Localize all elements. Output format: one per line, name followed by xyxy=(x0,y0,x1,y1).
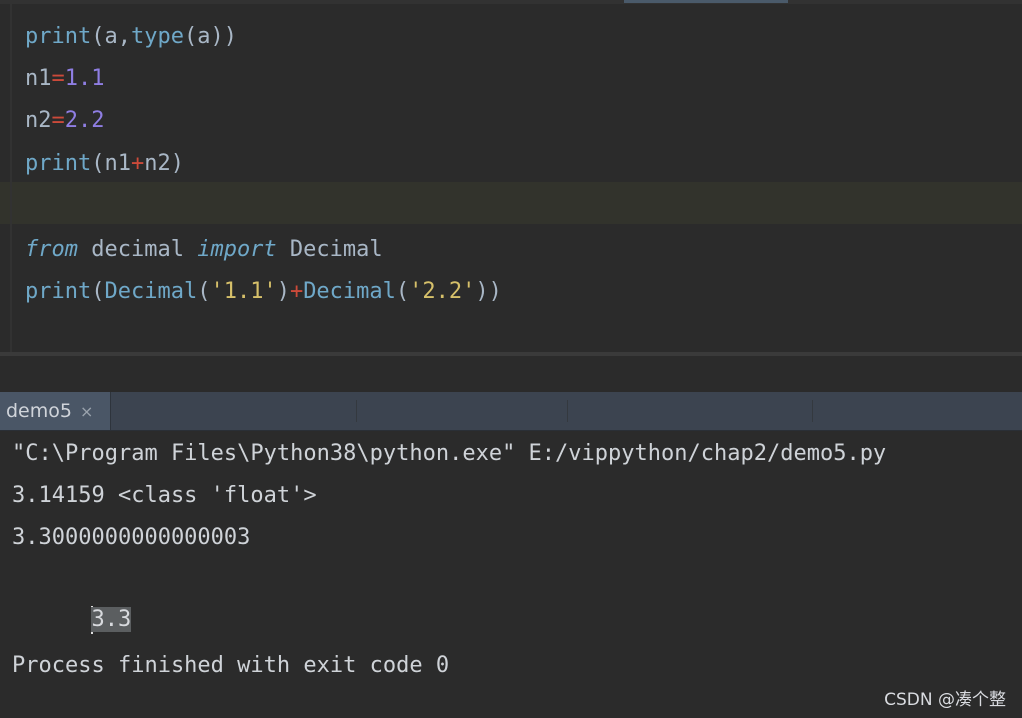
code-token: = xyxy=(51,66,65,91)
code-token: import xyxy=(197,237,277,262)
editor-tab-strip xyxy=(0,0,1022,4)
console-output-line: 3.3000000000000003 xyxy=(12,525,251,550)
console-command-line: "C:\Program Files\Python38\python.exe" E… xyxy=(12,441,887,466)
code-editor[interactable]: print(a,type(a)) n1=1.1 n2=2.2 print(n1+… xyxy=(0,0,1022,352)
code-token: ( xyxy=(91,279,105,304)
code-token: (a, xyxy=(91,24,131,49)
current-line-highlight xyxy=(0,182,1022,224)
close-icon[interactable]: × xyxy=(80,402,93,421)
run-tab-bar: demo5 × xyxy=(0,392,1022,431)
code-token: n1 xyxy=(25,66,52,91)
code-token: ) xyxy=(276,279,290,304)
csdn-watermark: CSDN @凑个整 xyxy=(884,690,1006,710)
run-console[interactable]: "C:\Program Files\Python38\python.exe" E… xyxy=(0,431,1022,718)
code-token: '1.1' xyxy=(210,279,277,304)
code-line-6[interactable]: from decimal import Decimal xyxy=(25,229,383,271)
code-token: Decimal xyxy=(104,279,198,304)
code-token: n2 xyxy=(25,108,52,133)
tab-separator xyxy=(567,400,568,422)
code-line-2[interactable]: n1=1.1 xyxy=(25,58,105,100)
tab-separator xyxy=(356,400,357,422)
tab-separator xyxy=(812,400,813,422)
code-token: (n1 xyxy=(91,151,131,176)
code-line-7[interactable]: print(Decimal('1.1')+Decimal('2.2')) xyxy=(25,271,502,313)
console-exit-message: Process finished with exit code 0 xyxy=(12,653,450,678)
selected-output[interactable]: 3.3 xyxy=(91,607,132,632)
code-token: )) xyxy=(475,279,502,304)
code-token: '2.2' xyxy=(409,279,476,304)
panel-gap xyxy=(0,356,1022,392)
code-line-1[interactable]: print(a,type(a)) xyxy=(25,16,237,58)
code-token: from xyxy=(25,237,78,262)
code-token: 2.2 xyxy=(64,108,105,133)
code-token: 1.1 xyxy=(64,66,105,91)
code-token: ( xyxy=(197,279,211,304)
console-output-line[interactable]: 3.3 xyxy=(12,560,132,634)
code-token: n2) xyxy=(144,151,184,176)
code-token: Decimal xyxy=(303,279,396,304)
code-token: print xyxy=(25,279,92,304)
code-token: print xyxy=(25,151,92,176)
code-token: type xyxy=(130,24,184,49)
console-output-line: 3.14159 <class 'float'> xyxy=(12,483,317,508)
code-token: ( xyxy=(395,279,410,304)
code-token: + xyxy=(130,151,145,176)
ide-window: print(a,type(a)) n1=1.1 n2=2.2 print(n1+… xyxy=(0,0,1022,718)
code-token: (a)) xyxy=(183,24,237,49)
editor-scroll-accent xyxy=(624,0,788,3)
code-line-3[interactable]: n2=2.2 xyxy=(25,100,105,142)
code-token: decimal xyxy=(77,237,198,262)
code-token: print xyxy=(25,24,92,49)
code-token: + xyxy=(289,279,304,304)
code-token: = xyxy=(51,108,65,133)
code-token: Decimal xyxy=(276,237,383,262)
code-line-4[interactable]: print(n1+n2) xyxy=(25,143,184,185)
run-tab-demo5[interactable]: demo5 × xyxy=(0,392,111,430)
gutter-divider xyxy=(10,0,12,352)
run-tab-label: demo5 xyxy=(6,400,72,422)
